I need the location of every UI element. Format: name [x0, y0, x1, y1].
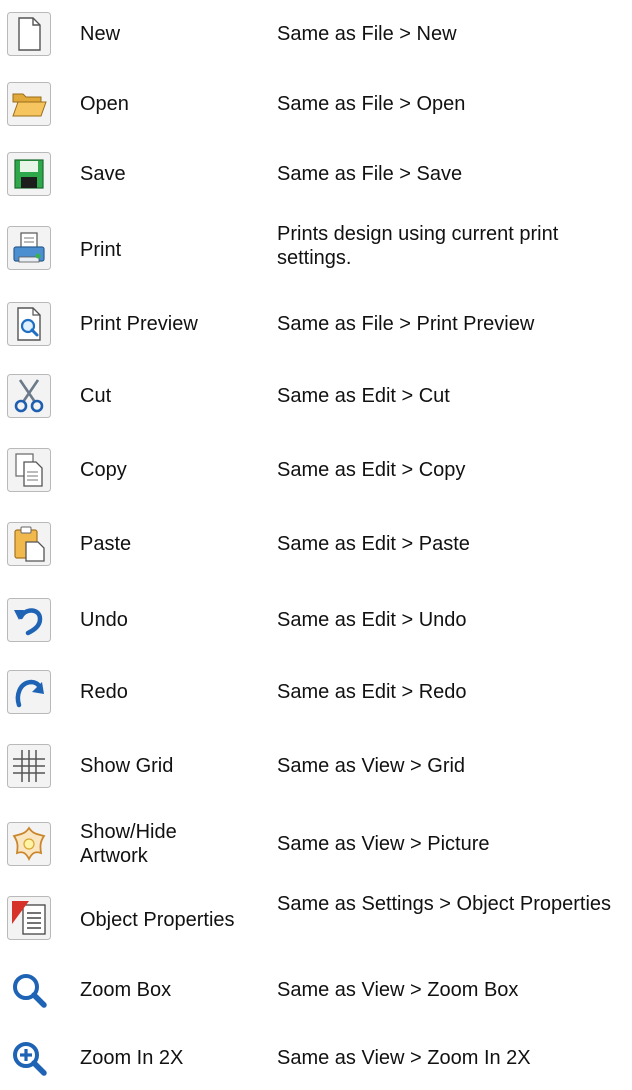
redo-arrow-icon[interactable] [7, 670, 51, 714]
button-description: Same as Edit > Copy [277, 459, 466, 481]
button-name: New [80, 23, 121, 45]
copy-icon[interactable] [7, 448, 51, 492]
table-row: Cut Same as Edit > Cut [0, 370, 632, 422]
button-description: Same as View > Zoom Box [277, 979, 519, 1001]
table-row: Paste Same as Edit > Paste [0, 518, 632, 570]
table-row: Open Same as File > Open [0, 78, 632, 130]
button-description: Same as View > Grid [277, 755, 466, 777]
table-row: Print Preview Same as File > Print Previ… [0, 298, 632, 350]
button-name: Print [80, 239, 122, 261]
button-name: Redo [80, 681, 128, 703]
table-row: New Same as File > New [0, 8, 632, 60]
table-row: Save Same as File > Save [0, 148, 632, 200]
button-description: Same as File > Open [277, 93, 466, 115]
table-row: Copy Same as Edit > Copy [0, 444, 632, 496]
button-name: Copy [80, 459, 127, 481]
button-name: Zoom In 2X [80, 1047, 184, 1069]
button-name: Save [80, 163, 126, 185]
grid-icon[interactable] [7, 744, 51, 788]
button-description: Prints design using current print settin… [277, 223, 559, 269]
button-name: Object Properties [80, 909, 235, 931]
button-name: Show/Hide Artwork [80, 821, 177, 867]
table-row: Undo Same as Edit > Undo [0, 594, 632, 646]
print-preview-icon[interactable] [7, 302, 51, 346]
button-description: Same as Edit > Undo [277, 609, 467, 631]
table-row: Zoom Box Same as View > Zoom Box [0, 964, 632, 1016]
table-row: Show Grid Same as View > Grid [0, 740, 632, 792]
button-name: Undo [80, 609, 128, 631]
table-row: Object Properties Same as Settings > Obj… [0, 888, 632, 950]
printer-icon[interactable] [7, 226, 51, 270]
new-document-icon[interactable] [7, 12, 51, 56]
table-row: Zoom In 2X Same as View > Zoom In 2X [0, 1034, 632, 1086]
button-description: Same as Edit > Cut [277, 385, 450, 407]
scissors-icon[interactable] [7, 374, 51, 418]
zoom-in-icon[interactable] [7, 1036, 51, 1080]
button-description: Same as Edit > Paste [277, 533, 470, 555]
button-name: Paste [80, 533, 132, 555]
button-description: Same as File > Save [277, 163, 463, 185]
button-description: Same as Edit > Redo [277, 681, 467, 703]
open-folder-icon[interactable] [7, 82, 51, 126]
table-row: Redo Same as Edit > Redo [0, 666, 632, 718]
table-row: Show/Hide Artwork Same as View > Picture [0, 812, 632, 876]
flower-artwork-icon[interactable] [7, 822, 51, 866]
button-name: Print Preview [80, 313, 198, 335]
button-description: Same as View > Picture [277, 833, 490, 855]
table-row: Print Prints design using current print … [0, 218, 632, 280]
button-name: Show Grid [80, 755, 174, 777]
button-name: Zoom Box [80, 979, 172, 1001]
zoom-box-icon[interactable] [7, 968, 51, 1012]
button-description: Same as File > Print Preview [277, 313, 535, 335]
undo-arrow-icon[interactable] [7, 598, 51, 642]
button-name: Open [80, 93, 129, 115]
button-description: Same as File > New [277, 23, 457, 45]
button-name: Cut [80, 385, 112, 407]
paste-icon[interactable] [7, 522, 51, 566]
save-disk-icon[interactable] [7, 152, 51, 196]
object-properties-icon[interactable] [7, 896, 51, 940]
button-description: Same as Settings > Object Properties [277, 893, 612, 915]
button-description: Same as View > Zoom In 2X [277, 1047, 531, 1069]
